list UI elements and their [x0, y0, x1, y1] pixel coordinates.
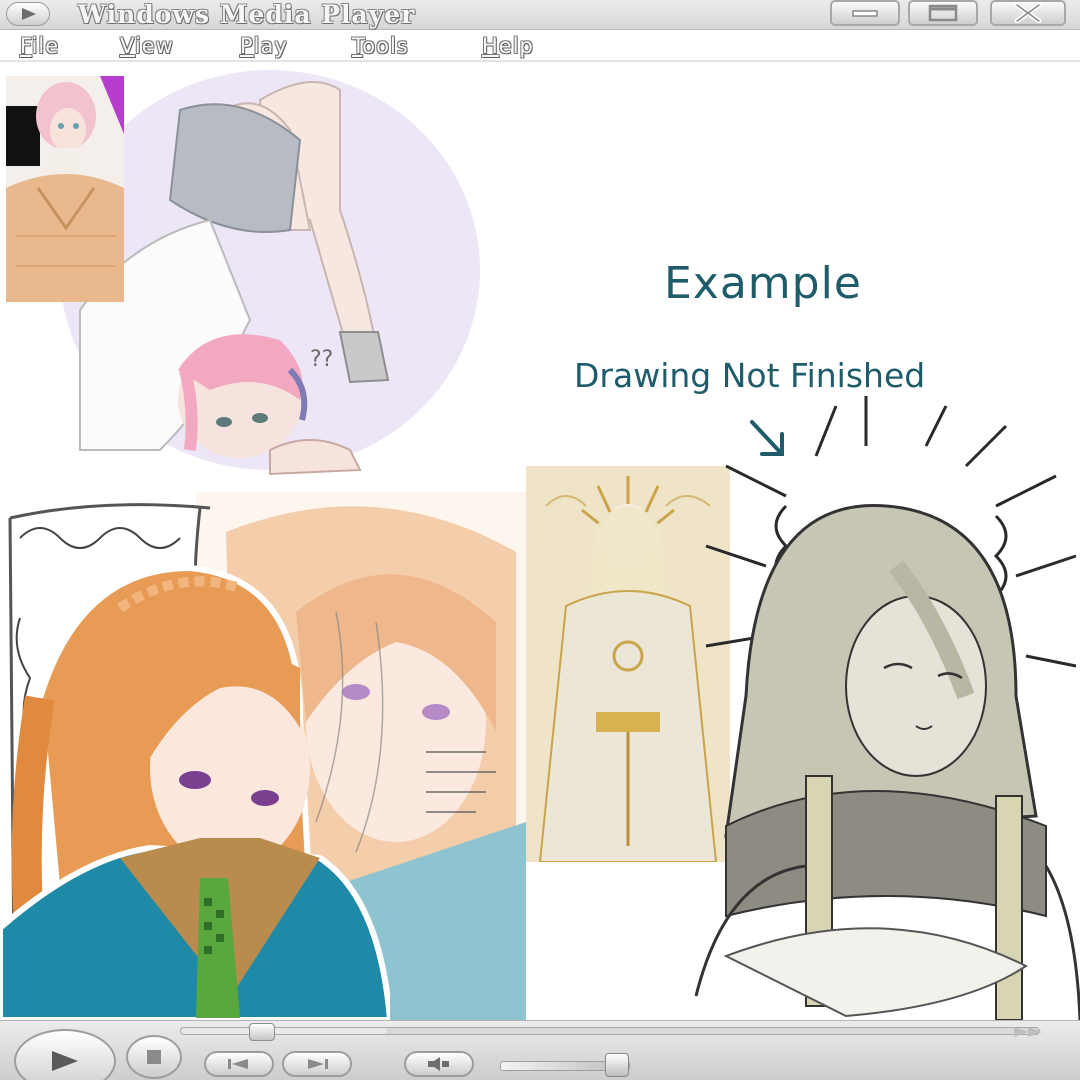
- volume-thumb[interactable]: [605, 1053, 629, 1077]
- close-button[interactable]: [990, 0, 1066, 26]
- svg-text:??: ??: [310, 347, 333, 372]
- stop-icon: [147, 1050, 161, 1064]
- video-display-area: ?? Example Drawing Not Finished: [0, 62, 1080, 1020]
- next-button[interactable]: [282, 1051, 352, 1077]
- previous-icon: [228, 1059, 248, 1069]
- player-controls: [0, 1020, 1080, 1080]
- window-title: Windows Media Player: [78, 0, 416, 29]
- artwork-unfinished-halo-sketch: [666, 396, 1080, 1020]
- previous-button[interactable]: [204, 1051, 274, 1077]
- seek-thumb[interactable]: [249, 1023, 275, 1041]
- menu-bar: File View Play Tools Help: [0, 30, 1080, 62]
- seek-progress-fill: [181, 1028, 387, 1034]
- media-player-app-icon[interactable]: [6, 2, 50, 26]
- seek-bar[interactable]: [180, 1027, 1040, 1035]
- mute-button[interactable]: [404, 1051, 474, 1077]
- maximize-button[interactable]: [908, 0, 978, 26]
- play-logo-icon: [22, 8, 36, 20]
- title-bar: Windows Media Player: [0, 0, 1080, 30]
- menu-help[interactable]: Help: [482, 32, 534, 60]
- annotation-note: Drawing Not Finished: [574, 356, 926, 395]
- annotation-title: Example: [664, 258, 862, 309]
- play-button[interactable]: [14, 1029, 116, 1080]
- menu-tools[interactable]: Tools: [352, 32, 409, 60]
- maximize-icon: [928, 4, 958, 22]
- menu-view[interactable]: View: [120, 32, 174, 60]
- menu-play[interactable]: Play: [240, 32, 288, 60]
- minimize-icon: [852, 10, 878, 17]
- arrow-down-right-icon: [750, 420, 784, 456]
- close-icon: [1014, 3, 1042, 23]
- menu-file[interactable]: File: [20, 32, 59, 60]
- play-icon: [52, 1051, 78, 1071]
- mute-icon: [428, 1057, 449, 1071]
- artwork-orange-girl-blazer: [0, 498, 390, 1020]
- fast-forward-icon[interactable]: [1010, 1025, 1050, 1039]
- minimize-button[interactable]: [830, 0, 900, 26]
- next-icon: [308, 1059, 328, 1069]
- artwork-pink-boy-sweater-front: [6, 76, 124, 302]
- stop-button[interactable]: [126, 1035, 182, 1079]
